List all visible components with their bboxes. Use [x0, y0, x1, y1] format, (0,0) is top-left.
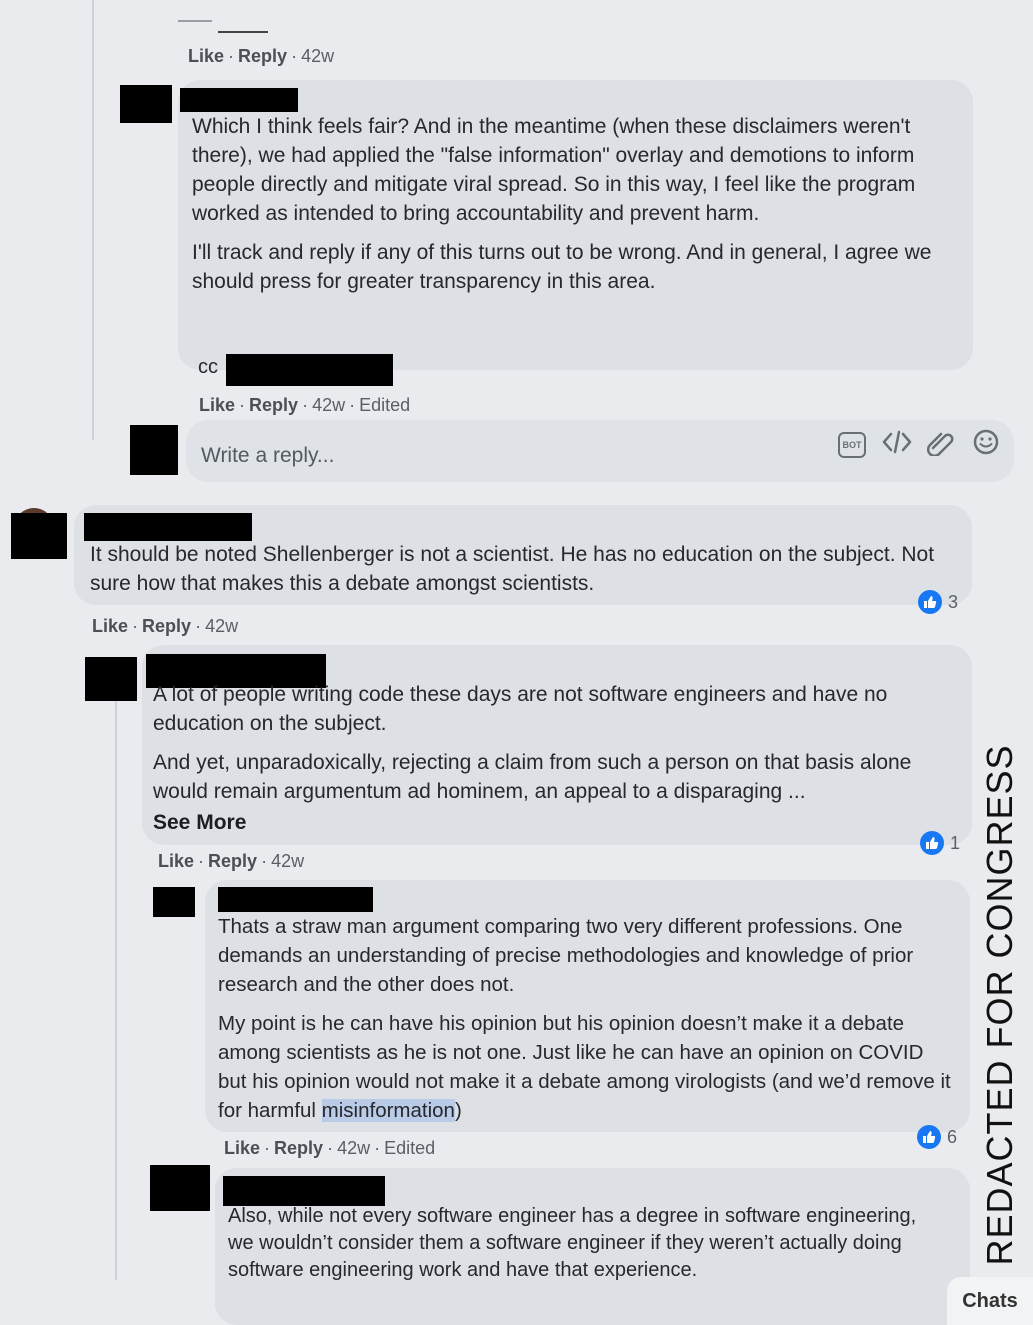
- comment-paragraph: My point is he can have his opinion but …: [218, 1009, 956, 1125]
- emoji-icon[interactable]: [972, 428, 1000, 461]
- avatar: [153, 887, 195, 917]
- comment-paragraph: A lot of people writing code these days …: [153, 683, 888, 735]
- comment-paragraph: Which I think feels fair? And in the mea…: [192, 115, 916, 225]
- avatar: [120, 85, 172, 123]
- comment-actions: Like · Reply · 42w: [188, 46, 335, 66]
- avatar: [150, 1165, 210, 1211]
- reaction-count[interactable]: 3: [918, 590, 958, 614]
- thread-line: [115, 700, 117, 1280]
- author-name: [218, 887, 373, 912]
- reply-link[interactable]: Reply: [238, 46, 287, 66]
- comment-actions: Like · Reply · 42w · Edited: [224, 1138, 436, 1158]
- reaction-count[interactable]: 6: [917, 1125, 957, 1149]
- comment-actions: Like · Reply · 42w: [92, 616, 239, 636]
- thumbs-up-icon: [918, 590, 942, 614]
- reply-link[interactable]: Reply: [208, 851, 257, 871]
- reply-link[interactable]: Reply: [249, 395, 298, 415]
- cc-line: cc: [198, 356, 218, 379]
- comment-text: A lot of people writing code these days …: [153, 680, 953, 837]
- timestamp: 42w: [205, 616, 239, 636]
- like-link[interactable]: Like: [92, 616, 128, 636]
- comment-text: Also, while not every software engineer …: [228, 1205, 917, 1281]
- avatar-redacted: [11, 513, 67, 559]
- timestamp: 42w: [301, 46, 335, 66]
- reaction-count[interactable]: 1: [920, 831, 960, 855]
- mention-redacted: [226, 354, 393, 386]
- comment-actions: Like · Reply · 42w: [158, 851, 305, 871]
- comment-actions: Like · Reply · 42w · Edited: [199, 395, 411, 415]
- avatar: [85, 657, 137, 701]
- attachment-icon[interactable]: [926, 428, 957, 461]
- timestamp: 42w: [312, 395, 346, 415]
- comment-paragraph-text: And yet, unparadoxically, rejecting a cl…: [153, 751, 912, 803]
- cc-label: cc: [198, 356, 218, 378]
- redaction-watermark: REDACTED FOR CONGRESS: [979, 744, 1020, 1266]
- avatar: [130, 425, 178, 475]
- comment-paragraph: And yet, unparadoxically, rejecting a cl…: [153, 748, 953, 806]
- reaction-number: 6: [947, 1126, 958, 1147]
- author-name: [223, 1176, 385, 1206]
- comment-paragraph-end: ): [454, 1099, 462, 1122]
- thumbs-up-icon: [920, 831, 944, 855]
- code-icon[interactable]: [882, 428, 912, 461]
- edited-label: Edited: [359, 395, 411, 415]
- top-divider: [178, 20, 212, 22]
- thumbs-up-icon: [917, 1125, 941, 1149]
- timestamp: 42w: [337, 1138, 371, 1158]
- comment-paragraph: Thats a straw man argument comparing two…: [218, 915, 914, 996]
- like-link[interactable]: Like: [158, 851, 194, 871]
- thread-line: [92, 0, 94, 440]
- reaction-number: 3: [948, 591, 959, 612]
- top-divider: [218, 31, 268, 33]
- reply-link[interactable]: Reply: [274, 1138, 323, 1158]
- see-more-link[interactable]: See More: [153, 808, 953, 837]
- reply-link[interactable]: Reply: [142, 616, 191, 636]
- like-link[interactable]: Like: [188, 46, 224, 66]
- author-name: [84, 513, 252, 541]
- chats-button[interactable]: Chats: [947, 1277, 1033, 1325]
- comment-text: Which I think feels fair? And in the mea…: [192, 112, 952, 306]
- like-link[interactable]: Like: [224, 1138, 260, 1158]
- comment-paragraph: I'll track and reply if any of this turn…: [192, 241, 932, 293]
- author-name: [180, 88, 298, 112]
- comment-text: It should be noted Shellenberger is not …: [90, 543, 935, 595]
- edited-label: Edited: [384, 1138, 436, 1158]
- reaction-number: 1: [950, 832, 961, 853]
- highlighted-word: misinformation: [321, 1099, 455, 1122]
- timestamp: 42w: [271, 851, 305, 871]
- reply-placeholder[interactable]: Write a reply...: [201, 444, 334, 468]
- comment-text: Thats a straw man argument comparing two…: [218, 912, 956, 1125]
- bot-icon[interactable]: BOT: [838, 432, 866, 458]
- like-link[interactable]: Like: [199, 395, 235, 415]
